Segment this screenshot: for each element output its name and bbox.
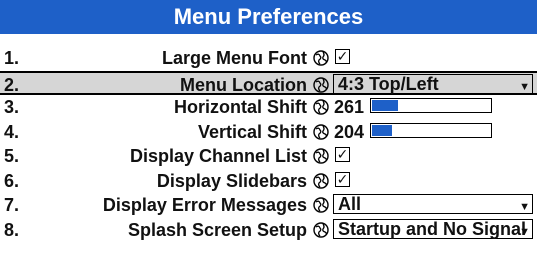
menu-row-large-menu-font[interactable]: 1. Large Menu Font ✓ — [0, 46, 537, 71]
menu-row-vertical-shift[interactable]: 4. Vertical Shift 204 — [0, 120, 537, 145]
row-label: Horizontal Shift — [174, 97, 307, 117]
row-number: 4. — [4, 121, 20, 142]
slider-fill — [372, 124, 393, 136]
large-menu-font-checkbox[interactable]: ✓ — [335, 49, 350, 64]
menu-title: Menu Preferences — [0, 0, 537, 34]
row-number: 3. — [4, 97, 20, 117]
display-error-messages-dropdown[interactable]: All ▼ — [333, 194, 533, 214]
globe-icon — [313, 172, 329, 189]
globe-icon — [313, 148, 329, 164]
globe-icon — [313, 197, 329, 213]
row-number: 2. — [4, 74, 20, 95]
vertical-shift-value: 204 — [334, 121, 365, 142]
display-slidebars-checkbox[interactable]: ✓ — [335, 171, 350, 187]
menu-preferences-panel: Menu Preferences 1. Large Menu Font ✓ 2.… — [0, 0, 537, 268]
menu-row-display-error-messages[interactable]: 7. Display Error Messages All ▼ — [0, 193, 537, 218]
chevron-down-icon[interactable]: ▼ — [519, 78, 530, 96]
splash-screen-setup-dropdown[interactable]: Startup and No Signal ▼ — [333, 218, 533, 241]
horizontal-shift-value: 261 — [334, 97, 365, 117]
dropdown-value: 4:3 Top/Left — [338, 73, 439, 94]
horizontal-shift-slider[interactable] — [370, 98, 492, 113]
row-label: Display Channel List — [129, 146, 307, 166]
row-number: 7. — [4, 195, 20, 215]
row-label: Splash Screen Setup — [127, 219, 307, 240]
row-number: 5. — [4, 146, 20, 166]
menu-row-menu-location[interactable]: 2. Menu Location 4:3 Top/Left ▼ — [0, 70, 537, 96]
vertical-shift-slider[interactable] — [370, 122, 492, 138]
menu-row-display-channel-list[interactable]: 5. Display Channel List ✓ — [0, 144, 537, 169]
slider-fill — [372, 100, 399, 111]
row-number: 8. — [4, 219, 20, 240]
dropdown-value: All — [338, 194, 362, 214]
globe-icon — [313, 123, 329, 140]
menu-row-splash-screen-setup[interactable]: 8. Splash Screen Setup Startup and No Si… — [0, 218, 537, 243]
display-channel-list-checkbox[interactable]: ✓ — [335, 147, 350, 162]
menu-location-dropdown[interactable]: 4:3 Top/Left ▼ — [333, 73, 533, 96]
row-number: 1. — [4, 48, 20, 68]
chevron-down-icon[interactable]: ▼ — [519, 223, 530, 241]
globe-icon — [313, 221, 329, 238]
menu-row-horizontal-shift[interactable]: 3. Horizontal Shift 261 — [0, 95, 537, 120]
globe-icon — [313, 76, 329, 93]
row-label: Display Slidebars — [156, 170, 307, 191]
dropdown-value: Startup and No Signal — [338, 218, 527, 239]
row-label: Vertical Shift — [197, 121, 307, 142]
menu-row-display-slidebars[interactable]: 6. Display Slidebars ✓ — [0, 169, 537, 194]
row-label: Menu Location — [180, 74, 307, 95]
menu-rows: 1. Large Menu Font ✓ 2. Menu Location 4:… — [0, 46, 537, 242]
globe-icon — [313, 99, 329, 115]
chevron-down-icon[interactable]: ▼ — [519, 198, 530, 216]
row-number: 6. — [4, 170, 20, 191]
row-label: Large Menu Font — [162, 48, 307, 68]
globe-icon — [313, 50, 329, 66]
row-label: Display Error Messages — [102, 195, 307, 215]
